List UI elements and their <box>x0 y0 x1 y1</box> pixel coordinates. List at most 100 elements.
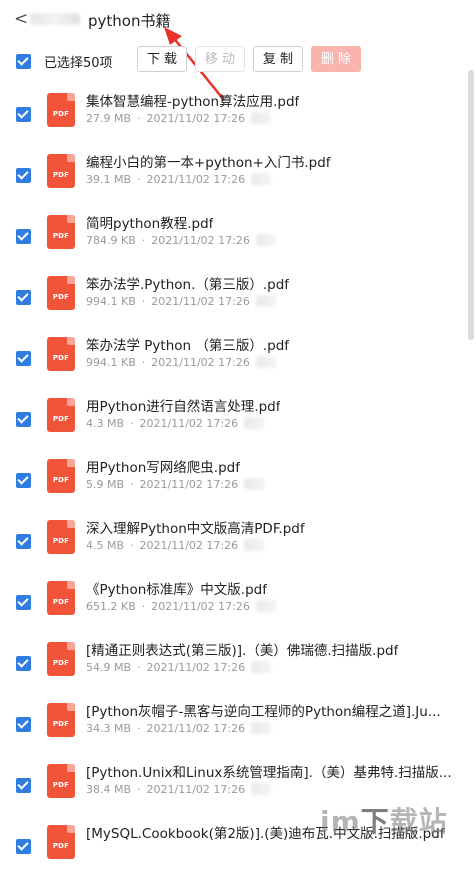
pdf-icon-label: PDF <box>52 232 70 240</box>
delete-button[interactable]: 删 除 <box>311 46 361 72</box>
file-meta: 651.2 KB · 2021/11/02 17:26 <box>86 600 250 613</box>
file-meta: 994.1 KB · 2021/11/02 17:26 <box>86 295 250 308</box>
pdf-icon-label: PDF <box>52 415 70 423</box>
file-date: 2021/11/02 17:26 <box>146 783 246 796</box>
file-size: 4.3 MB <box>86 417 125 430</box>
watermark-logo: im下载站 <box>320 800 448 840</box>
file-name[interactable]: 编程小白的第一本+python+入门书.pdf <box>86 151 331 171</box>
pdf-icon-label: PDF <box>52 781 70 789</box>
file-name[interactable]: 笨办法学.Python.（第三版）.pdf <box>86 273 289 293</box>
file-size: 4.5 MB <box>86 539 125 552</box>
file-row[interactable]: PDF 深入理解Python中文版高清PDF.pdf 4.5 MB · 2021/11/… <box>0 512 460 573</box>
pdf-icon-label: PDF <box>52 110 70 118</box>
file-size: 994.1 KB <box>86 295 136 308</box>
file-row[interactable]: PDF [精通正则表达式(第三版)].（美）佛瑞德.扫描版.pdf 54.9 MB ·… <box>0 634 460 695</box>
file-name[interactable]: 笨办法学 Python （第三版）.pdf <box>86 334 289 354</box>
file-row[interactable]: PDF 简明python教程.pdf 784.9 KB · 2021/11/02 17:… <box>0 207 460 268</box>
pdf-file-icon: PDF <box>47 276 75 310</box>
file-size: 651.2 KB <box>86 600 136 613</box>
meta-separator: · <box>141 600 146 613</box>
file-row[interactable]: PDF 用Python进行自然语言处理.pdf 4.3 MB · 2021/11/02 … <box>0 390 460 451</box>
file-date: 2021/11/02 17:26 <box>146 112 246 125</box>
file-checkbox[interactable] <box>16 656 31 671</box>
file-checkbox[interactable] <box>16 229 31 244</box>
file-row[interactable]: PDF 用Python写网络爬虫.pdf 5.9 MB · 2021/11/02 17:… <box>0 451 460 512</box>
meta-separator: · <box>141 234 146 247</box>
file-meta: 34.3 MB · 2021/11/02 17:26 <box>86 722 245 735</box>
file-checkbox[interactable] <box>16 534 31 549</box>
file-meta: 54.9 MB · 2021/11/02 17:26 <box>86 661 245 674</box>
file-checkbox[interactable] <box>16 778 31 793</box>
scrollbar[interactable] <box>468 70 474 340</box>
pdf-file-icon: PDF <box>47 703 75 737</box>
pdf-file-icon: PDF <box>47 642 75 676</box>
file-size: 27.9 MB <box>86 112 132 125</box>
file-row[interactable]: PDF 编程小白的第一本+python+入门书.pdf 39.1 MB · 2021/1… <box>0 146 460 207</box>
pdf-file-icon: PDF <box>47 764 75 798</box>
file-checkbox[interactable] <box>16 595 31 610</box>
file-meta: 4.5 MB · 2021/11/02 17:26 <box>86 539 238 552</box>
copy-button[interactable]: 复 制 <box>253 46 303 72</box>
file-meta: 994.1 KB · 2021/11/02 17:26 <box>86 356 250 369</box>
pdf-file-icon: PDF <box>47 520 75 554</box>
file-size: 784.9 KB <box>86 234 136 247</box>
file-meta: 784.9 KB · 2021/11/02 17:26 <box>86 234 250 247</box>
file-size: 5.9 MB <box>86 478 125 491</box>
meta-separator: · <box>130 539 134 552</box>
pdf-icon-label: PDF <box>52 720 70 728</box>
file-checkbox[interactable] <box>16 168 31 183</box>
file-name[interactable]: 用Python进行自然语言处理.pdf <box>86 395 280 415</box>
pdf-icon-label: PDF <box>52 354 70 362</box>
file-row[interactable]: PDF 集体智慧编程-python算法应用.pdf 27.9 MB · 2021/11/… <box>0 85 460 146</box>
blurred-owner <box>251 783 271 795</box>
file-name[interactable]: [Python灰帽子-黑客与逆向工程师的Python编程之道].Ju... <box>86 700 441 720</box>
meta-separator: · <box>130 417 134 430</box>
watermark-part3: 载站 <box>389 805 448 838</box>
file-row[interactable]: PDF 《Python标准库》中文版.pdf 651.2 KB · 2021/11/02… <box>0 573 460 634</box>
pdf-file-icon: PDF <box>47 154 75 188</box>
header-bar: < python书籍 <box>0 0 476 101</box>
meta-separator: · <box>141 295 146 308</box>
pdf-icon-label: PDF <box>52 293 70 301</box>
file-row[interactable]: PDF [Python灰帽子-黑客与逆向工程师的Python编程之道].Ju...… <box>0 695 460 756</box>
file-checkbox[interactable] <box>16 717 31 732</box>
pdf-file-icon: PDF <box>47 825 75 859</box>
download-button[interactable]: 下 载 <box>137 46 187 72</box>
file-size: 34.3 MB <box>86 722 132 735</box>
selected-count-label: 已选择50项 <box>44 56 113 71</box>
file-checkbox[interactable] <box>16 351 31 366</box>
meta-separator: · <box>141 356 146 369</box>
file-checkbox[interactable] <box>16 107 31 122</box>
file-name[interactable]: 《Python标准库》中文版.pdf <box>86 578 267 598</box>
file-name[interactable]: [Python.Unix和Linux系统管理指南].（美）基弗特.扫描版... <box>86 761 452 781</box>
file-name[interactable]: [精通正则表达式(第三版)].（美）佛瑞德.扫描版.pdf <box>86 639 398 659</box>
file-size: 39.1 MB <box>86 173 132 186</box>
file-checkbox[interactable] <box>16 473 31 488</box>
move-button[interactable]: 移 动 <box>195 46 245 72</box>
blurred-owner <box>251 661 271 673</box>
pdf-icon-label: PDF <box>52 842 70 850</box>
pdf-icon-label: PDF <box>52 659 70 667</box>
file-name[interactable]: 简明python教程.pdf <box>86 212 213 232</box>
meta-separator: · <box>137 112 141 125</box>
pdf-file-icon: PDF <box>47 93 75 127</box>
blurred-owner <box>251 112 271 124</box>
file-name[interactable]: 用Python写网络爬虫.pdf <box>86 456 240 476</box>
pdf-icon-label: PDF <box>52 171 70 179</box>
file-checkbox[interactable] <box>16 839 31 854</box>
file-meta: 5.9 MB · 2021/11/02 17:26 <box>86 478 238 491</box>
file-row[interactable]: PDF 笨办法学.Python.（第三版）.pdf 994.1 KB · 2021/11… <box>0 268 460 329</box>
pdf-icon-label: PDF <box>52 537 70 545</box>
blurred-owner <box>251 722 271 734</box>
file-size: 994.1 KB <box>86 356 136 369</box>
meta-separator: · <box>137 661 141 674</box>
file-date: 2021/11/02 17:26 <box>151 356 250 369</box>
file-row[interactable]: PDF 笨办法学 Python （第三版）.pdf 994.1 KB · 2021/11… <box>0 329 460 390</box>
select-all-checkbox[interactable] <box>16 54 31 69</box>
blurred-owner <box>256 234 276 246</box>
file-checkbox[interactable] <box>16 412 31 427</box>
file-name[interactable]: 深入理解Python中文版高清PDF.pdf <box>86 517 305 537</box>
file-name[interactable]: 集体智慧编程-python算法应用.pdf <box>86 90 299 110</box>
watermark-part1: im <box>320 805 361 838</box>
file-checkbox[interactable] <box>16 290 31 305</box>
